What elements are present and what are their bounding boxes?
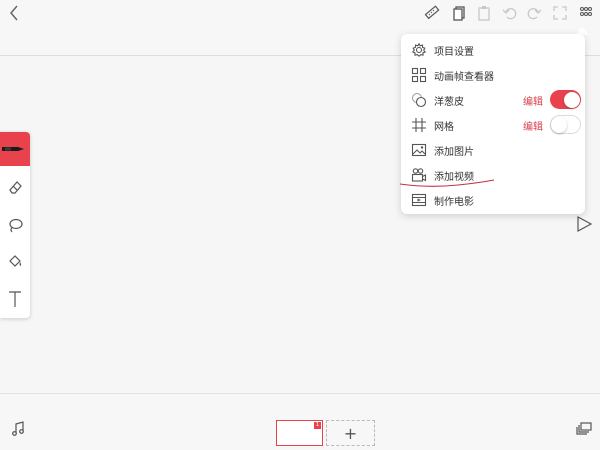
image-icon — [411, 143, 427, 157]
onion-skin-toggle[interactable] — [550, 90, 581, 109]
lasso-tool[interactable] — [0, 208, 30, 242]
menu-item-grid[interactable]: 网格 编辑 — [401, 113, 585, 138]
menu-label-onion-skin: 洋葱皮 — [434, 97, 464, 108]
menu-label-frame-viewer: 动画帧查看器 — [434, 72, 494, 83]
more-button[interactable] — [574, 1, 598, 25]
music-note-icon — [12, 421, 24, 436]
undo-button[interactable] — [498, 1, 522, 25]
redo-icon — [527, 8, 542, 20]
chevron-left-icon — [10, 5, 18, 21]
menu-label-project-settings: 项目设置 — [434, 47, 474, 58]
undo-icon — [502, 8, 517, 20]
brush-icon — [2, 147, 24, 151]
lasso-icon — [9, 218, 23, 233]
tool-palette — [0, 132, 30, 318]
copy-icon — [453, 6, 465, 21]
more-icon — [580, 7, 592, 16]
fullscreen-button[interactable] — [548, 1, 572, 25]
menu-item-frame-viewer[interactable]: 动画帧查看器 — [401, 63, 585, 88]
redo-button[interactable] — [522, 1, 546, 25]
play-button[interactable] — [574, 214, 594, 234]
menu-item-make-movie[interactable]: 制作电影 — [401, 188, 585, 213]
grid-icon — [411, 67, 427, 83]
music-button[interactable] — [6, 417, 30, 441]
onion-skin-edit-link[interactable]: 编辑 — [523, 93, 543, 108]
eraser-icon — [9, 181, 22, 194]
eraser-tool[interactable] — [0, 170, 30, 204]
fill-tool[interactable] — [0, 244, 30, 278]
animation-app: 1 + 项目设置 动画帧查看器 洋葱皮 编辑 网格 编辑 添加图片 添加视频 制… — [0, 0, 600, 450]
menu-item-project-settings[interactable]: 项目设置 — [401, 38, 585, 63]
add-frame-button[interactable]: + — [326, 420, 375, 446]
frame-thumbnail[interactable]: 1 — [276, 420, 323, 446]
menu-label-make-movie: 制作电影 — [434, 197, 474, 208]
menu-item-onion-skin[interactable]: 洋葱皮 编辑 — [401, 88, 585, 113]
ruler-button[interactable] — [420, 1, 444, 25]
grid-toggle[interactable] — [550, 115, 581, 134]
menu-item-add-image[interactable]: 添加图片 — [401, 138, 585, 163]
toggle-knob — [551, 116, 567, 133]
grid-edit-link[interactable]: 编辑 — [523, 118, 543, 133]
copy-button[interactable] — [447, 1, 471, 25]
gear-icon — [411, 42, 427, 57]
menu-label-grid: 网格 — [434, 122, 454, 133]
onion-skin-icon — [412, 93, 427, 108]
brush-tool[interactable] — [0, 132, 30, 166]
film-icon — [411, 193, 427, 207]
play-icon — [577, 215, 593, 233]
paste-button[interactable] — [472, 1, 496, 25]
toggle-knob — [564, 91, 580, 108]
layers-button[interactable] — [572, 417, 596, 441]
back-button[interactable] — [2, 1, 26, 25]
menu-label-add-image: 添加图片 — [434, 147, 474, 158]
paste-icon — [478, 6, 490, 21]
hash-grid-icon — [412, 118, 426, 132]
paint-bucket-icon — [9, 255, 22, 267]
ruler-icon — [424, 5, 440, 20]
frame-number-badge: 1 — [314, 422, 321, 429]
fullscreen-icon — [553, 6, 567, 20]
layers-icon — [576, 422, 592, 435]
text-tool[interactable] — [0, 282, 30, 316]
plus-icon: + — [343, 423, 358, 443]
annotation-underline — [399, 179, 495, 187]
text-icon — [9, 291, 21, 307]
